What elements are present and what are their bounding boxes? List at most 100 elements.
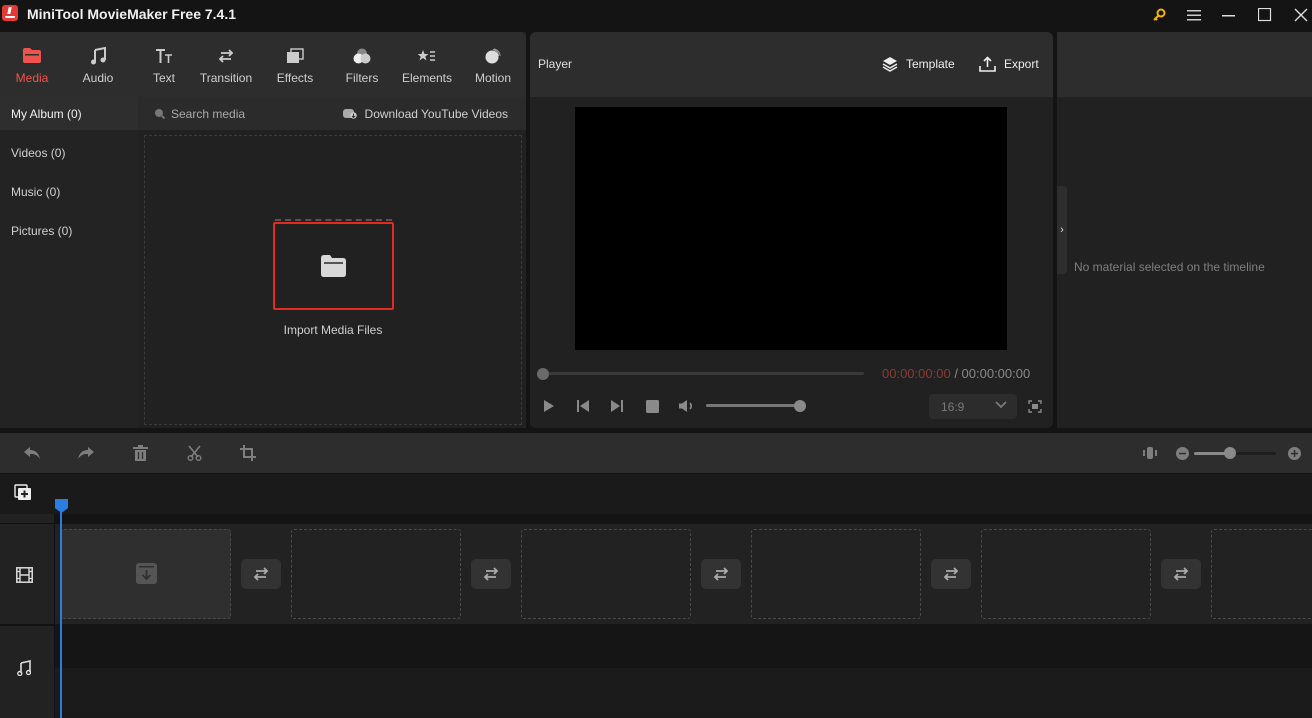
fullscreen-icon — [1028, 399, 1042, 413]
search-input[interactable]: Search media — [154, 97, 245, 130]
zoom-out-button[interactable] — [1168, 433, 1196, 473]
music-icon — [90, 45, 106, 67]
tab-transition[interactable]: Transition — [196, 32, 256, 97]
crop-button[interactable] — [234, 433, 262, 473]
delete-button[interactable] — [126, 433, 154, 473]
clip-slot[interactable] — [61, 529, 231, 619]
chevron-down-icon — [995, 398, 1007, 412]
tab-elements[interactable]: Elements — [398, 32, 456, 97]
transition-icon — [482, 566, 500, 582]
export-icon — [979, 56, 996, 72]
sidebar-item-videos[interactable]: Videos (0) — [0, 136, 138, 169]
player-title: Player — [538, 57, 573, 71]
playhead[interactable] — [60, 510, 62, 718]
import-media-label: Import Media Files — [283, 323, 383, 337]
minimize-icon[interactable] — [1212, 0, 1246, 30]
title-bar: MiniTool MovieMaker Free 7.4.1 — [0, 0, 1312, 30]
effects-icon — [286, 45, 304, 67]
folder-icon — [23, 45, 41, 67]
next-frame-button[interactable] — [608, 397, 626, 415]
transition-slot[interactable] — [471, 559, 511, 589]
zoom-in-button[interactable] — [1280, 433, 1308, 473]
folder-icon — [321, 255, 346, 277]
audio-track[interactable] — [55, 624, 1312, 668]
time-display: 00:00:00:00 / 00:00:00:00 — [882, 366, 1030, 381]
import-media-button[interactable] — [273, 222, 394, 310]
tab-motion[interactable]: Motion — [465, 32, 521, 97]
download-youtube-button[interactable]: Download YouTube Videos — [342, 97, 508, 130]
transition-icon — [712, 566, 730, 582]
close-icon[interactable] — [1284, 0, 1312, 30]
plus-circle-icon — [1287, 446, 1301, 460]
collapse-panel-button[interactable]: › — [1057, 186, 1067, 274]
import-clip-icon — [136, 563, 157, 584]
tab-label: Transition — [199, 70, 253, 85]
stop-button[interactable] — [643, 397, 661, 415]
clip-slot[interactable] — [1211, 529, 1312, 619]
export-label: Export — [1004, 57, 1039, 71]
seek-bar[interactable] — [543, 372, 864, 375]
tab-label: Audio — [82, 70, 114, 85]
aspect-ratio-select[interactable]: 16:9 — [929, 394, 1017, 419]
undo-button[interactable] — [18, 433, 46, 473]
sidebar-item-my-album[interactable]: My Album (0) — [0, 97, 138, 130]
key-icon[interactable] — [1142, 0, 1176, 30]
clip-slot[interactable] — [291, 529, 461, 619]
volume-button[interactable] — [676, 397, 696, 415]
split-button[interactable] — [180, 433, 208, 473]
sidebar-item-music[interactable]: Music (0) — [0, 175, 138, 208]
media-header: Search media Download YouTube Videos — [138, 97, 526, 130]
transition-slot[interactable] — [701, 559, 741, 589]
tab-filters[interactable]: Filters — [334, 32, 390, 97]
volume-slider[interactable] — [706, 404, 800, 407]
play-icon — [543, 399, 555, 413]
previous-frame-button[interactable] — [574, 397, 592, 415]
tab-text[interactable]: Text — [136, 32, 192, 97]
tab-audio[interactable]: Audio — [70, 32, 126, 97]
volume-handle[interactable] — [794, 400, 806, 412]
transition-slot[interactable] — [1161, 559, 1201, 589]
audio-track-icon — [17, 660, 31, 676]
tab-label: Motion — [474, 70, 512, 85]
tab-effects[interactable]: Effects — [267, 32, 323, 97]
search-icon — [154, 108, 165, 119]
play-button[interactable] — [540, 397, 558, 415]
clip-slot[interactable] — [751, 529, 921, 619]
clip-slot[interactable] — [981, 529, 1151, 619]
transition-icon — [217, 45, 235, 67]
transition-slot[interactable] — [931, 559, 971, 589]
skip-back-icon — [576, 399, 590, 413]
volume-icon — [678, 399, 695, 413]
crop-icon — [240, 445, 256, 461]
motion-icon — [484, 45, 502, 67]
main-toolbar: Media Audio Text Transition Effects Filt… — [0, 32, 526, 97]
timeline-ruler[interactable] — [55, 514, 1312, 524]
app-title: MiniTool MovieMaker Free 7.4.1 — [27, 6, 237, 22]
text-icon — [155, 45, 173, 67]
maximize-icon[interactable] — [1248, 0, 1282, 30]
sidebar-item-pictures[interactable]: Pictures (0) — [0, 214, 138, 247]
transition-icon — [252, 566, 270, 582]
redo-button[interactable] — [72, 433, 100, 473]
tab-label: Effects — [276, 70, 314, 85]
fullscreen-button[interactable] — [1026, 397, 1044, 415]
video-preview[interactable] — [575, 107, 1007, 350]
menu-icon[interactable] — [1177, 0, 1211, 30]
add-track-button[interactable] — [14, 484, 32, 501]
clip-slot[interactable] — [521, 529, 691, 619]
undo-icon — [23, 446, 41, 460]
export-button[interactable]: Export — [979, 50, 1039, 78]
layers-icon — [882, 56, 898, 72]
transition-icon — [1172, 566, 1190, 582]
total-time: / 00:00:00:00 — [954, 366, 1031, 381]
audio-track-lower[interactable] — [55, 668, 1312, 712]
stop-icon — [645, 399, 659, 413]
seek-handle[interactable] — [537, 368, 549, 380]
album-sidebar: My Album (0) Videos (0) Music (0) Pictur… — [0, 97, 138, 428]
transition-slot[interactable] — [241, 559, 281, 589]
tab-media[interactable]: Media — [4, 32, 60, 97]
template-button[interactable]: Template — [882, 50, 955, 78]
fit-timeline-button[interactable] — [1136, 433, 1164, 473]
redo-icon — [77, 446, 95, 460]
timeline-zoom-handle[interactable] — [1224, 447, 1236, 459]
